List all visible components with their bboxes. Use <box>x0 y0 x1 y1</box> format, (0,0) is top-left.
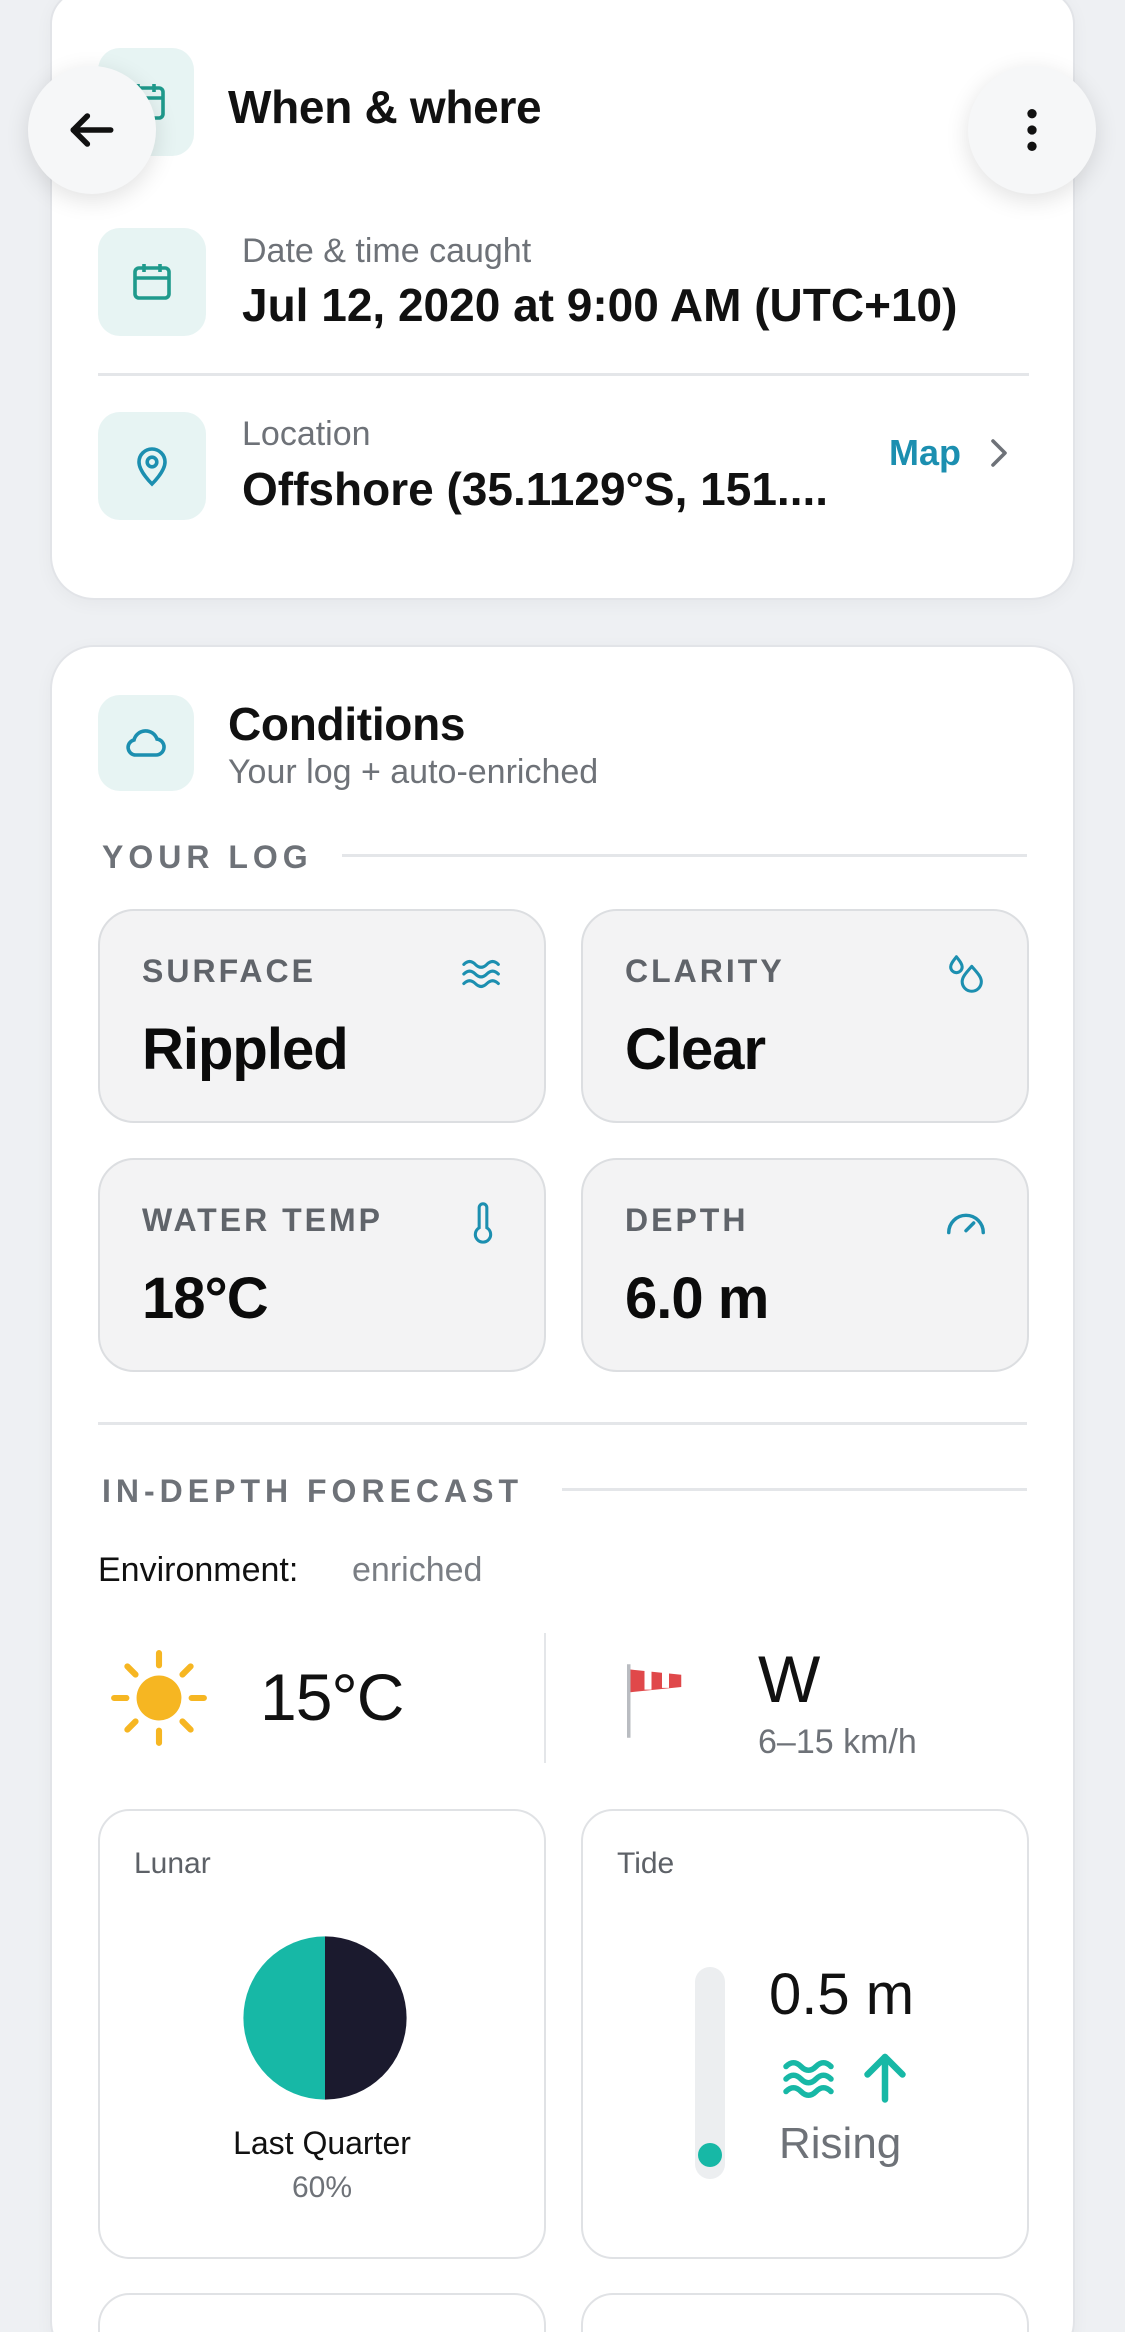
location-icon-tile <box>98 412 206 520</box>
tile-label: CLARITY <box>625 953 785 989</box>
date-icon-tile <box>98 228 206 336</box>
tile-label: DEPTH <box>625 1202 749 1238</box>
next-card-left[interactable] <box>98 2293 546 2332</box>
more-options-button[interactable] <box>968 66 1096 194</box>
conditions-subtitle: Your log + auto-enriched <box>228 753 599 791</box>
surface-tile[interactable]: SURFACE Rippled <box>98 909 546 1123</box>
divider <box>98 373 1029 376</box>
gauge-icon <box>947 1213 985 1235</box>
section-rule <box>342 854 1027 857</box>
tide-label: Tide <box>617 1847 675 1880</box>
tile-value: Clear <box>625 1017 766 1082</box>
moon-phase-icon <box>243 1936 407 2100</box>
arrow-left-icon <box>70 113 114 147</box>
sun-icon <box>111 1650 207 1746</box>
tide-level-track <box>695 1967 725 2179</box>
tide-card[interactable]: Tide 0.5 m Rising <box>581 1809 1029 2259</box>
environment-value: enriched <box>352 1551 483 1589</box>
cloud-icon-tile <box>98 695 194 791</box>
tile-value: Rippled <box>142 1017 349 1082</box>
location-value[interactable]: Offshore (35.1129°S, 151.... <box>242 462 828 516</box>
arrow-up-icon <box>864 2053 906 2103</box>
your-log-label: YOUR LOG <box>102 839 313 875</box>
vertical-divider <box>544 1633 546 1763</box>
map-pin-icon <box>137 447 167 487</box>
back-button[interactable] <box>28 66 156 194</box>
lunar-card[interactable]: Lunar Last Quarter 60% <box>98 1809 546 2259</box>
waves-icon <box>462 960 500 988</box>
thermometer-icon <box>473 1202 493 1244</box>
tile-value: 18°C <box>142 1266 269 1331</box>
map-link-label: Map <box>889 432 961 473</box>
calendar-icon <box>133 264 171 300</box>
chevron-right-icon <box>991 439 1007 467</box>
wind-direction: W <box>758 1642 821 1716</box>
clarity-tile[interactable]: CLARITY Clear <box>581 909 1029 1123</box>
section-rule <box>562 1488 1027 1491</box>
date-value: Jul 12, 2020 at 9:00 AM (UTC+10) <box>242 279 958 331</box>
water-temp-tile[interactable]: WATER TEMP 18°C <box>98 1158 546 1372</box>
moon-illumination: 60% <box>291 2171 353 2204</box>
divider <box>98 1422 1027 1425</box>
conditions-card: Conditions Your log + auto-enriched YOUR… <box>50 645 1075 2332</box>
date-label: Date & time caught <box>242 232 532 270</box>
waves-icon <box>783 2060 834 2098</box>
tile-value: 6.0 m <box>625 1266 769 1331</box>
tile-label: SURFACE <box>142 953 316 989</box>
environment-label: Environment: <box>98 1551 299 1589</box>
tide-trend: Rising <box>779 2119 902 2168</box>
cloud-icon <box>126 729 166 757</box>
lunar-label: Lunar <box>134 1847 211 1880</box>
conditions-title: Conditions <box>228 698 466 750</box>
forecast-label: IN-DEPTH FORECAST <box>102 1473 523 1509</box>
windsock-icon <box>627 1664 682 1738</box>
depth-tile[interactable]: DEPTH 6.0 m <box>581 1158 1029 1372</box>
tide-height: 0.5 m <box>769 1962 915 2027</box>
wind-speed: 6–15 km/h <box>758 1723 917 1761</box>
air-temperature: 15°C <box>260 1660 404 1734</box>
tide-level-marker <box>698 2142 722 2167</box>
when-where-card: When & where Date & time caught Jul 12, … <box>50 0 1075 600</box>
map-link[interactable]: Map <box>889 432 1013 474</box>
droplets-icon <box>949 955 983 993</box>
moon-phase-name: Last Quarter <box>233 2125 411 2161</box>
when-where-title: When & where <box>228 81 542 133</box>
more-vertical-icon <box>1027 109 1037 151</box>
location-label: Location <box>242 415 371 453</box>
tile-label: WATER TEMP <box>142 1202 383 1238</box>
next-card-right[interactable] <box>581 2293 1029 2332</box>
